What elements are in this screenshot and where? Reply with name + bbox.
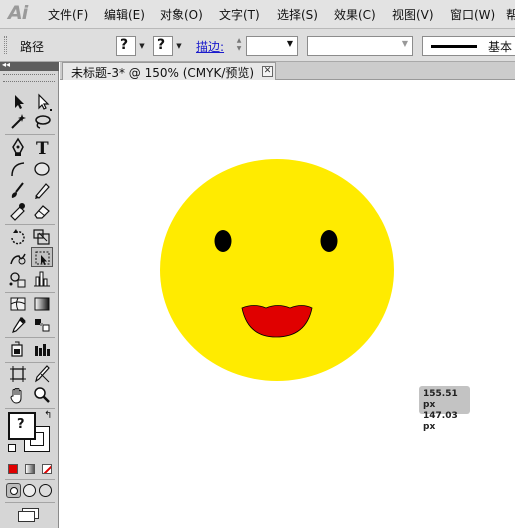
type-tool-icon[interactable]: T: [31, 137, 53, 159]
gradient-tool-icon[interactable]: [31, 294, 53, 314]
mesh-tool-icon[interactable]: [7, 294, 29, 314]
stroke-weight-stepper-icon[interactable]: ▲ ▼: [234, 37, 244, 55]
tools-separator: [5, 502, 55, 503]
document-tab-bar: 未标题-3* @ 150% (CMYK/预览) ✕: [60, 62, 515, 80]
left-eye: [214, 230, 232, 252]
live-paint-bucket-tool-icon[interactable]: [7, 339, 29, 359]
document-tab[interactable]: 未标题-3* @ 150% (CMYK/预览) ✕: [62, 62, 276, 80]
menu-window[interactable]: 窗口(W): [450, 6, 495, 23]
hand-tool-icon[interactable]: [7, 385, 29, 405]
app-logo: Ai: [8, 2, 28, 24]
draw-normal-icon[interactable]: [6, 483, 21, 498]
fill-unknown-label: ?: [120, 37, 129, 53]
gradient-mode-icon[interactable]: [25, 464, 35, 474]
fill-color-swatch[interactable]: ?: [8, 412, 36, 440]
stroke-dropdown-icon[interactable]: ▼: [174, 36, 184, 56]
brush-style-label: 基本: [488, 40, 513, 54]
stroke-unknown-label: ?: [157, 37, 166, 53]
chevron-down-icon: ▼: [401, 39, 408, 48]
tools-separator: [5, 134, 55, 135]
eraser-tool-icon[interactable]: [31, 201, 53, 221]
menu-bar: Ai 文件(F) 编辑(E) 对象(O) 文字(T) 选择(S) 效果(C) 视…: [0, 0, 515, 29]
tools-separator: [5, 224, 55, 225]
panel-grip[interactable]: [4, 36, 7, 54]
control-bar: 路径 ? ▼ ? ▼ 描边: ▲ ▼ ▼ ▼ 基本: [0, 29, 515, 62]
tools-panel-grip[interactable]: [3, 74, 55, 82]
right-eye: [320, 230, 338, 252]
eyedropper-tool-icon[interactable]: [7, 315, 29, 335]
artboard-canvas[interactable]: [60, 81, 515, 528]
fill-stroke-widget[interactable]: ? ↰: [8, 410, 56, 457]
menu-help[interactable]: 帮: [506, 6, 515, 23]
menu-type[interactable]: 文字(T): [219, 6, 260, 23]
pen-tool-icon[interactable]: [7, 137, 29, 157]
chevron-down-icon: ▼: [286, 39, 293, 48]
svg-text:T: T: [36, 139, 49, 157]
tools-separator: [5, 337, 55, 338]
stroke-weight-field[interactable]: ▼: [246, 36, 298, 56]
brush-stroke-preview: [431, 45, 477, 48]
blend-tool-icon[interactable]: [31, 315, 53, 335]
brush-definition-select[interactable]: 基本: [422, 36, 515, 56]
tools-separator: [5, 292, 55, 293]
symbol-sprayer-tool-icon[interactable]: [7, 269, 29, 289]
tools-separator: [5, 362, 55, 363]
menu-edit[interactable]: 编辑(E): [104, 6, 145, 23]
draw-normal-glyph: [10, 487, 18, 495]
slice-tool-icon[interactable]: [31, 364, 53, 384]
scale-tool-icon[interactable]: [31, 227, 53, 247]
fill-dropdown-icon[interactable]: ▼: [137, 36, 147, 56]
lasso-tool-icon[interactable]: [31, 112, 53, 132]
variable-width-profile-select[interactable]: ▼: [307, 36, 413, 56]
smiley-face: [160, 159, 394, 381]
selection-tool-icon[interactable]: [7, 92, 29, 112]
screen-mode-front: [18, 511, 35, 522]
document-tab-title: 未标题-3* @ 150% (CMYK/预览): [71, 66, 255, 80]
dimension-tooltip: 155.51 px 147.03 px: [419, 386, 470, 432]
selection-type-label: 路径: [20, 40, 45, 54]
fill-unknown-label: ?: [17, 417, 25, 432]
tooltip-height: 147.03 px: [423, 411, 458, 432]
paintbrush-tool-icon[interactable]: [7, 180, 29, 200]
bar-graph-tool-icon[interactable]: [31, 339, 53, 359]
collapse-panel-icon[interactable]: ◂◂: [2, 60, 10, 69]
screen-mode-icon[interactable]: [18, 508, 40, 522]
tools-separator: [5, 408, 55, 409]
menu-view[interactable]: 视图(V): [392, 6, 434, 23]
menu-effect[interactable]: 效果(C): [334, 6, 376, 23]
artboard-tool-icon[interactable]: [7, 364, 29, 384]
none-slash: [43, 465, 51, 473]
tooltip-width: 155.51 px: [423, 389, 458, 410]
menu-file[interactable]: 文件(F): [48, 6, 88, 23]
tools-separator: [5, 479, 55, 480]
drawing-modes: [6, 483, 54, 499]
menu-select[interactable]: 选择(S): [277, 6, 318, 23]
color-mode-icon[interactable]: [8, 464, 18, 474]
warp-tool-icon[interactable]: [7, 248, 29, 268]
arc-tool-icon[interactable]: [7, 159, 29, 179]
draw-inside-icon[interactable]: [39, 484, 52, 497]
column-graph-tool-icon[interactable]: [31, 269, 53, 289]
default-fill-stroke-icon[interactable]: [8, 444, 16, 452]
fill-swatch[interactable]: ?: [116, 36, 136, 56]
ellipse-tool-icon[interactable]: [31, 159, 53, 179]
menu-object[interactable]: 对象(O): [160, 6, 203, 23]
close-icon[interactable]: ✕: [262, 66, 273, 77]
tools-panel: ◂◂ T ? ↰: [0, 60, 59, 528]
pencil-tool-icon[interactable]: [31, 180, 53, 200]
blob-brush-tool-icon[interactable]: [7, 201, 29, 221]
smiley-artwork[interactable]: [60, 81, 515, 528]
none-mode-icon[interactable]: [42, 464, 52, 474]
stroke-link[interactable]: 描边:: [196, 38, 224, 55]
swap-fill-stroke-icon[interactable]: ↰: [44, 410, 52, 421]
draw-behind-icon[interactable]: [23, 484, 36, 497]
tools-panel-header: ◂◂: [0, 60, 59, 71]
free-transform-tool-icon[interactable]: [31, 247, 53, 267]
direct-selection-tool-icon[interactable]: [31, 92, 53, 112]
zoom-tool-icon[interactable]: [31, 385, 53, 405]
stroke-swatch[interactable]: ?: [153, 36, 173, 56]
rotate-tool-icon[interactable]: [7, 227, 29, 247]
magic-wand-tool-icon[interactable]: [7, 112, 29, 132]
